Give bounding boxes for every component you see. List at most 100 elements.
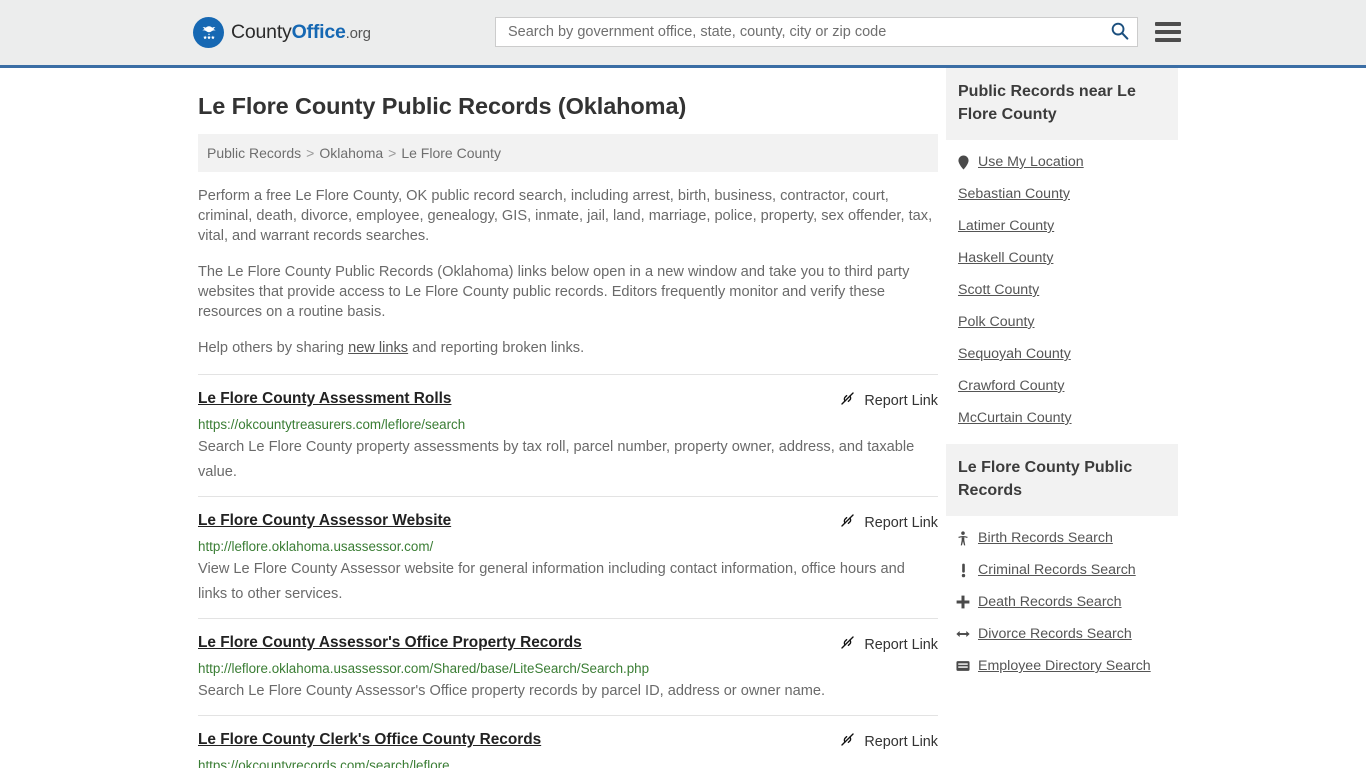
breadcrumb-item-oklahoma[interactable]: Oklahoma (319, 145, 383, 161)
content-container: Le Flore County Public Records (Oklahoma… (193, 68, 1178, 768)
result-description: Search Le Flore County property assessme… (198, 439, 915, 480)
sidebar-link-label[interactable]: Employee Directory Search (978, 658, 1151, 674)
intro-paragraph-1: Perform a free Le Flore County, OK publi… (198, 188, 933, 244)
report-link-button[interactable]: Report Link (839, 731, 938, 752)
search-button[interactable] (1108, 21, 1131, 43)
broken-link-icon (839, 390, 856, 411)
report-link-label: Report Link (864, 514, 938, 531)
sidebar-link-label[interactable]: McCurtain County (958, 410, 1072, 426)
id-card-icon (956, 660, 970, 672)
sidebar-link-label[interactable]: Haskell County (958, 250, 1053, 266)
breadcrumb-item-le-flore-county[interactable]: Le Flore County (401, 145, 501, 161)
sidebar-panel-nearby: Public Records near Le Flore County Use … (946, 68, 1178, 434)
result-item: Le Flore County Assessment Rolls Report … (198, 374, 938, 496)
search-icon (1110, 21, 1129, 43)
broken-link-icon (839, 731, 856, 752)
report-link-label: Report Link (864, 733, 938, 750)
result-header: Le Flore County Assessment Rolls Report … (198, 389, 938, 411)
result-url: https://okcountyrecords.com/search/leflo… (198, 758, 450, 768)
sidebar: Public Records near Le Flore County Use … (946, 68, 1178, 692)
sidebar-item-birth-records[interactable]: Birth Records Search (946, 522, 1178, 554)
hamburger-bar (1155, 38, 1181, 42)
site-logo[interactable]: CountyOffice.org (193, 17, 371, 48)
sidebar-nearby-heading: Public Records near Le Flore County (946, 68, 1178, 140)
logo-text-org: .org (345, 25, 371, 42)
sidebar-link-label[interactable]: Use My Location (978, 154, 1084, 170)
sidebar-item-mccurtain-county[interactable]: McCurtain County (946, 402, 1178, 434)
breadcrumb: Public Records > Oklahoma > Le Flore County (198, 134, 938, 172)
intro-paragraph-3: Help others by sharing new links and rep… (198, 338, 938, 358)
broken-link-icon (839, 512, 856, 533)
hamburger-bar (1155, 30, 1181, 34)
result-description: View Le Flore County Assessor website fo… (198, 561, 905, 602)
sidebar-item-sequoyah-county[interactable]: Sequoyah County (946, 338, 1178, 370)
sidebar-item-employee-directory[interactable]: Employee Directory Search (946, 650, 1178, 682)
sidebar-link-label[interactable]: Birth Records Search (978, 530, 1113, 546)
result-title-link[interactable]: Le Flore County Assessor's Office Proper… (198, 633, 582, 653)
double-arrow-icon (956, 628, 970, 640)
report-link-button[interactable]: Report Link (839, 634, 938, 655)
result-header: Le Flore County Clerk's Office County Re… (198, 730, 938, 752)
page-title: Le Flore County Public Records (Oklahoma… (198, 93, 687, 119)
exclamation-icon (956, 563, 970, 578)
share-text-after: and reporting broken links. (408, 340, 585, 356)
new-links-link[interactable]: new links (348, 340, 408, 356)
logo-text-county: County (231, 21, 292, 43)
sidebar-item-death-records[interactable]: Death Records Search (946, 586, 1178, 618)
result-title-link[interactable]: Le Flore County Assessor Website (198, 511, 451, 531)
breadcrumb-separator: > (306, 145, 315, 161)
results-list: Le Flore County Assessment Rolls Report … (198, 374, 938, 768)
sidebar-records-list: Birth Records Search Criminal Records Se… (946, 516, 1178, 682)
main-column: Le Flore County Public Records (Oklahoma… (198, 68, 938, 768)
sidebar-item-crawford-county[interactable]: Crawford County (946, 370, 1178, 402)
logo-text-office: Office (291, 21, 346, 43)
search-box[interactable] (495, 17, 1138, 47)
page-body: Le Flore County Public Records (Oklahoma… (0, 68, 1366, 768)
sidebar-item-sebastian-county[interactable]: Sebastian County (946, 178, 1178, 210)
sidebar-item-criminal-records[interactable]: Criminal Records Search (946, 554, 1178, 586)
sidebar-records-heading: Le Flore County Public Records (946, 444, 1178, 516)
sidebar-link-label[interactable]: Sebastian County (958, 186, 1070, 202)
search-input[interactable] (506, 23, 1108, 41)
result-title-link[interactable]: Le Flore County Clerk's Office County Re… (198, 730, 541, 750)
breadcrumb-item-public-records[interactable]: Public Records (207, 145, 301, 161)
baby-icon (956, 530, 970, 546)
report-link-label: Report Link (864, 392, 938, 409)
hamburger-bar (1155, 22, 1181, 26)
sidebar-link-label[interactable]: Crawford County (958, 378, 1064, 394)
result-header: Le Flore County Assessor Website Report … (198, 511, 938, 533)
report-link-button[interactable]: Report Link (839, 390, 938, 411)
sidebar-item-polk-county[interactable]: Polk County (946, 306, 1178, 338)
result-title-link[interactable]: Le Flore County Assessment Rolls (198, 389, 451, 409)
cross-plus-icon (956, 595, 970, 609)
intro-text: Perform a free Le Flore County, OK publi… (198, 186, 938, 358)
report-link-button[interactable]: Report Link (839, 512, 938, 533)
sidebar-item-haskell-county[interactable]: Haskell County (946, 242, 1178, 274)
sidebar-item-use-my-location[interactable]: Use My Location (946, 146, 1178, 178)
breadcrumb-separator: > (388, 145, 397, 161)
sidebar-panel-records: Le Flore County Public Records Birth Rec… (946, 444, 1178, 682)
sidebar-item-latimer-county[interactable]: Latimer County (946, 210, 1178, 242)
sidebar-link-label[interactable]: Divorce Records Search (978, 626, 1132, 642)
map-pin-icon (956, 155, 970, 170)
result-url: http://leflore.oklahoma.usassessor.com/S… (198, 661, 650, 676)
sidebar-link-label[interactable]: Criminal Records Search (978, 562, 1136, 578)
logo-wordmark: CountyOffice.org (231, 21, 371, 44)
sidebar-link-label[interactable]: Sequoyah County (958, 346, 1071, 362)
sidebar-link-label[interactable]: Latimer County (958, 218, 1054, 234)
result-url: https://okcountytreasurers.com/leflore/s… (198, 417, 466, 432)
site-header: CountyOffice.org (0, 0, 1366, 68)
sidebar-link-label[interactable]: Death Records Search (978, 594, 1122, 610)
sidebar-item-divorce-records[interactable]: Divorce Records Search (946, 618, 1178, 650)
sidebar-nearby-list: Use My Location Sebastian County Latimer… (946, 140, 1178, 434)
report-link-label: Report Link (864, 636, 938, 653)
broken-link-icon (839, 634, 856, 655)
sidebar-link-label[interactable]: Scott County (958, 282, 1039, 298)
result-item: Le Flore County Assessor Website Report … (198, 496, 938, 618)
sidebar-link-label[interactable]: Polk County (958, 314, 1035, 330)
sidebar-item-scott-county[interactable]: Scott County (946, 274, 1178, 306)
result-description: Search Le Flore County Assessor's Office… (198, 683, 826, 699)
result-item: Le Flore County Clerk's Office County Re… (198, 715, 938, 768)
hamburger-menu-icon[interactable] (1155, 22, 1181, 42)
share-text-before: Help others by sharing (198, 340, 349, 356)
